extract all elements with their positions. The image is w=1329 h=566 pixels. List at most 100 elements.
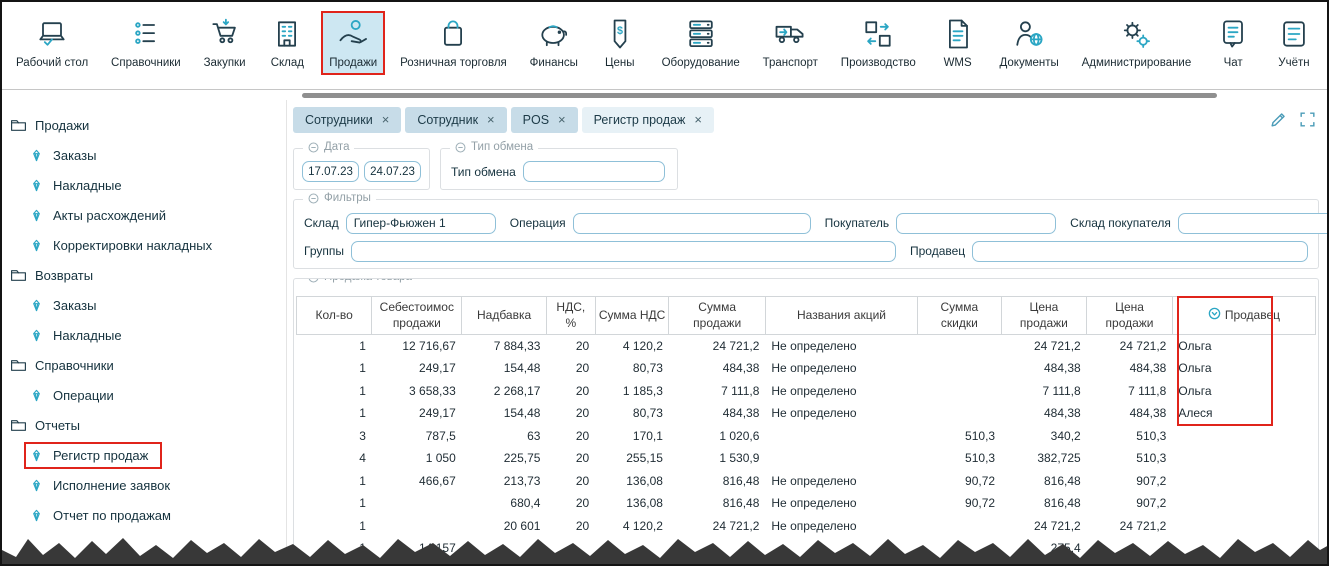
sidebar-item-sales-report[interactable]: Отчет по продажам <box>28 500 282 530</box>
cell-promo-names: Не определено <box>765 492 917 515</box>
column-filter-icon[interactable] <box>1208 307 1221 325</box>
filter-input-buyer-warehouse[interactable] <box>1178 213 1329 234</box>
table-header-row: Кол-воСебестоимоспродажиНадбавкаНДС,%Сум… <box>297 297 1316 335</box>
toolbar-item-production[interactable]: Производство <box>833 11 924 75</box>
gem-icon <box>28 478 45 493</box>
tab-pos[interactable]: POS× <box>511 107 578 133</box>
toolbar-item-equipment[interactable]: Оборудование <box>654 11 748 75</box>
column-header-cost[interactable]: Себестоимоспродажи <box>372 297 462 335</box>
cell-vat-percent: 20 <box>546 447 595 470</box>
cell-vat-sum: 1 185,3 <box>595 380 669 403</box>
tab-close-icon[interactable]: × <box>558 113 566 126</box>
toolbar-item-accounting[interactable]: Учётн <box>1267 11 1321 75</box>
sales-table-group: Продажа товара Кол-воСебестоимоспродажиН… <box>293 278 1319 564</box>
toolbar-item-purchases[interactable]: Закупки <box>196 11 254 75</box>
sidebar-item-discrepancy-acts[interactable]: Акты расхождений <box>28 200 282 230</box>
cell-qty: 1 <box>297 357 372 380</box>
column-header-seller[interactable]: Продавец <box>1172 297 1315 335</box>
toolbar-item-label: Рабочий стол <box>16 57 88 69</box>
column-header-vat-percent[interactable]: НДС,% <box>546 297 595 335</box>
collapse-icon[interactable] <box>455 142 466 153</box>
toolbar-item-catalogs[interactable]: Справочники <box>103 11 189 75</box>
toolbar-item-warehouse[interactable]: Склад <box>260 11 314 75</box>
tab-close-icon[interactable]: × <box>694 113 702 126</box>
toolbar-item-prices[interactable]: $Цены <box>593 11 647 75</box>
collapse-icon[interactable] <box>308 193 319 204</box>
cell-seller <box>1172 447 1315 470</box>
tab-sales-register[interactable]: Регистр продаж× <box>582 107 714 133</box>
toolbar-item-transport[interactable]: Транспорт <box>755 11 826 75</box>
tab-close-icon[interactable]: × <box>382 113 390 126</box>
toolbar-item-administration[interactable]: Администрирование <box>1074 11 1200 75</box>
group-label: Продажа товара <box>303 278 417 283</box>
filter-label-buyer: Покупатель <box>825 216 889 230</box>
cell-markup: 2 268,17 <box>462 380 547 403</box>
group-label-text: Дата <box>324 141 349 153</box>
toolbar-item-chat[interactable]: Чат <box>1206 11 1260 75</box>
table-row[interactable]: 1466,67213,7320136,08816,48Не определено… <box>297 470 1316 493</box>
column-header-sale-sum[interactable]: Суммапродажи <box>669 297 765 335</box>
cell-vat-sum: 4 120,2 <box>595 335 669 358</box>
folder-icon <box>10 117 27 134</box>
exchange-type-input[interactable] <box>523 161 665 182</box>
toolbar-item-wms[interactable]: WMS <box>931 11 985 75</box>
column-header-sale-price-1[interactable]: Ценапродажи <box>1001 297 1087 335</box>
cell-sale-price-2: 24 721,2 <box>1087 335 1173 358</box>
date-to-input[interactable] <box>364 161 421 182</box>
table-row[interactable]: 3787,56320170,11 020,6510,3340,2510,3 <box>297 425 1316 448</box>
tab-employees[interactable]: Сотрудники× <box>293 107 401 133</box>
column-header-label: Кол-во <box>316 308 353 324</box>
folder-icon <box>10 267 27 284</box>
sidebar-item-return-invoices[interactable]: Накладные <box>28 320 282 350</box>
toolbar-item-label: Розничная торговля <box>400 57 507 69</box>
table-row[interactable]: 1249,17154,482080,73484,38Не определено4… <box>297 402 1316 425</box>
column-header-markup[interactable]: Надбавка <box>462 297 547 335</box>
sidebar-item-orders[interactable]: Заказы <box>28 140 282 170</box>
sidebar-item-returns[interactable]: Возвраты <box>10 260 282 290</box>
toolbar-item-documents[interactable]: Документы <box>991 11 1066 75</box>
purchases-cart-icon <box>206 15 244 53</box>
filter-input-seller[interactable] <box>972 241 1308 262</box>
sidebar-item-reports[interactable]: Отчеты <box>10 410 282 440</box>
table-row[interactable]: 1249,17154,482080,73484,38Не определено4… <box>297 357 1316 380</box>
toolbar-item-label: WMS <box>944 57 972 69</box>
sidebar-item-operations[interactable]: Операции <box>28 380 282 410</box>
gem-icon <box>28 448 45 463</box>
cell-sale-price-2: 510,3 <box>1087 447 1173 470</box>
sidebar-item-order-fulfillment[interactable]: Исполнение заявок <box>28 470 282 500</box>
edit-icon[interactable] <box>1269 110 1288 129</box>
filter-input-groups[interactable] <box>351 241 896 262</box>
sidebar-item-return-orders[interactable]: Заказы <box>28 290 282 320</box>
toolbar-item-sales[interactable]: Продажи <box>321 11 385 75</box>
cell-discount-sum <box>918 335 1001 358</box>
sidebar-item-sales[interactable]: Продажи <box>10 110 282 140</box>
table-row[interactable]: 1680,420136,08816,48Не определено90,7281… <box>297 492 1316 515</box>
date-from-input[interactable] <box>302 161 359 182</box>
sidebar-item-sales-register[interactable]: Регистр продаж <box>24 442 162 469</box>
tab-employee[interactable]: Сотрудник× <box>405 107 506 133</box>
column-header-label: Названия акций <box>797 308 886 324</box>
table-row[interactable]: 41 050225,7520255,151 530,9510,3382,7255… <box>297 447 1316 470</box>
column-header-qty[interactable]: Кол-во <box>297 297 372 335</box>
table-row[interactable]: 13 658,332 268,17201 185,37 111,8Не опре… <box>297 380 1316 403</box>
sidebar-item-catalogs[interactable]: Справочники <box>10 350 282 380</box>
column-header-discount-sum[interactable]: Суммаскидки <box>918 297 1001 335</box>
filter-input-buyer[interactable] <box>896 213 1056 234</box>
column-header-promo-names[interactable]: Названия акций <box>765 297 917 335</box>
table-row[interactable]: 112 716,677 884,33204 120,224 721,2Не оп… <box>297 335 1316 358</box>
toolbar-scrollbar[interactable] <box>302 93 1217 98</box>
fullscreen-icon[interactable] <box>1298 110 1317 129</box>
filter-input-warehouse[interactable] <box>346 213 496 234</box>
sidebar-item-invoices[interactable]: Накладные <box>28 170 282 200</box>
filter-input-operation[interactable] <box>573 213 811 234</box>
sidebar-item-invoice-corrections[interactable]: Корректировки накладных <box>28 230 282 260</box>
toolbar-item-desktop[interactable]: Рабочий стол <box>8 11 96 75</box>
tab-close-icon[interactable]: × <box>487 113 495 126</box>
toolbar-item-finance[interactable]: Финансы <box>522 11 586 75</box>
collapse-icon[interactable] <box>308 142 319 153</box>
column-header-sale-price-2[interactable]: Ценапродажи <box>1087 297 1173 335</box>
collapse-icon[interactable] <box>308 278 319 283</box>
gem-icon <box>28 328 45 343</box>
column-header-vat-sum[interactable]: Сумма НДС <box>595 297 669 335</box>
toolbar-item-retail[interactable]: Розничная торговля <box>392 11 515 75</box>
